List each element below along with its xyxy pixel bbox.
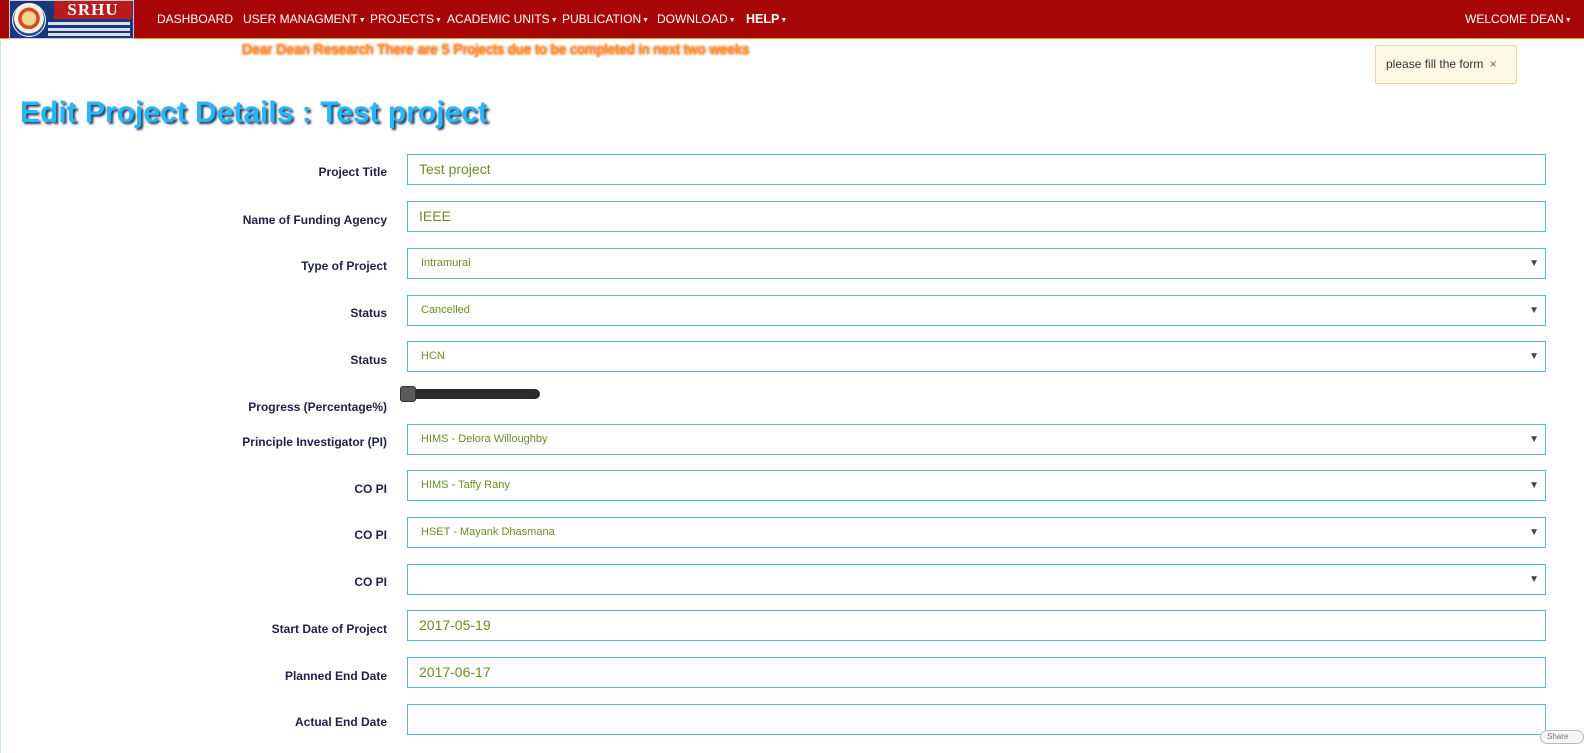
co-pi-1-value: HIMS - Taffy Rany: [421, 479, 510, 491]
dropdown-arrow-icon: ▼: [1529, 305, 1539, 316]
status-value: Cancelled: [421, 304, 470, 316]
actual-end-label: Actual End Date: [294, 715, 387, 729]
page-left-border: [0, 40, 1, 753]
co-pi-label-2: CO PI: [354, 528, 387, 542]
caret-down-icon: ▼: [358, 17, 366, 24]
top-navbar: SRHU DASHBOARD USER MANAGMENT▼ PROJECTS▼…: [0, 0, 1584, 39]
project-type-value: Intramural: [421, 257, 471, 269]
nav-user-management-label: USER MANAGMENT: [243, 12, 358, 26]
nav-projects-label: PROJECTS: [370, 12, 435, 26]
progress-slider-track[interactable]: [401, 389, 540, 399]
logo-subline: [48, 28, 130, 31]
nav-download-label: DOWNLOAD: [657, 12, 728, 26]
nav-academic-units-label: ACADEMIC UNITS: [447, 12, 550, 26]
start-date-input[interactable]: 2017-05-19: [407, 610, 1546, 641]
pi-value: HIMS - Delora Willoughby: [421, 433, 548, 445]
project-title-value: Test project: [419, 161, 491, 177]
funding-agency-value: IEEE: [419, 208, 451, 224]
nav-academic-units[interactable]: ACADEMIC UNITS▼: [447, 0, 558, 38]
caret-down-icon: ▼: [1564, 17, 1572, 24]
nav-user-management[interactable]: USER MANAGMENT▼: [243, 0, 366, 38]
due-projects-notice: Dear Dean Research There are 5 Projects …: [242, 41, 750, 57]
status-select[interactable]: Cancelled ▼: [407, 295, 1546, 326]
actual-end-input[interactable]: [407, 704, 1546, 735]
project-title-label: Project Title: [318, 165, 387, 179]
logo-text: SRHU: [54, 1, 132, 19]
nav-dashboard-label: DASHBOARD: [157, 12, 234, 26]
co-pi-label-3: CO PI: [354, 575, 387, 589]
page-title: Edit Project Details : Test project: [20, 96, 488, 129]
funding-agency-input[interactable]: IEEE: [407, 201, 1546, 232]
share-button[interactable]: Share: [1540, 730, 1584, 744]
nav-download[interactable]: DOWNLOAD▼: [657, 0, 736, 38]
dropdown-arrow-icon: ▼: [1529, 434, 1539, 445]
nav-publication[interactable]: PUBLICATION▼: [562, 0, 649, 38]
logo-subline: [48, 33, 130, 36]
caret-down-icon: ▼: [642, 17, 650, 24]
project-type-select[interactable]: Intramural ▼: [407, 248, 1546, 279]
co-pi-select-1[interactable]: HIMS - Taffy Rany ▼: [407, 470, 1546, 501]
user-welcome-menu[interactable]: WELCOME DEAN▼: [1465, 0, 1572, 38]
co-pi-select-3[interactable]: ▼: [407, 564, 1546, 595]
planned-end-value: 2017-06-17: [419, 664, 491, 680]
dropdown-arrow-icon: ▼: [1529, 258, 1539, 269]
co-pi-label-1: CO PI: [354, 482, 387, 496]
dropdown-arrow-icon: ▼: [1529, 574, 1539, 585]
caret-down-icon: ▼: [780, 17, 788, 24]
project-type-label: Type of Project: [301, 259, 387, 273]
progress-slider-handle[interactable]: [400, 386, 416, 402]
university-logo[interactable]: SRHU: [9, 0, 134, 39]
funding-agency-label: Name of Funding Agency: [242, 213, 387, 227]
dropdown-arrow-icon: ▼: [1529, 527, 1539, 538]
status-label-2: Status: [350, 353, 387, 367]
close-icon[interactable]: ×: [1490, 57, 1497, 71]
pi-label: Principle Investigator (PI): [242, 435, 387, 449]
start-date-value: 2017-05-19: [419, 617, 491, 633]
nav-dashboard[interactable]: DASHBOARD: [157, 0, 233, 38]
co-pi-select-2[interactable]: HSET - Mayank Dhasmana ▼: [407, 517, 1546, 548]
status-2-value: HCN: [421, 350, 445, 362]
university-emblem-icon: [12, 3, 46, 37]
toast-message: please fill the form: [1386, 57, 1484, 71]
nav-help[interactable]: HELP▼: [746, 0, 787, 38]
pi-select[interactable]: HIMS - Delora Willoughby ▼: [407, 424, 1546, 455]
nav-projects[interactable]: PROJECTS▼: [370, 0, 442, 38]
nav-help-label: HELP: [746, 12, 780, 26]
co-pi-2-value: HSET - Mayank Dhasmana: [421, 526, 555, 538]
status-select-2[interactable]: HCN ▼: [407, 341, 1546, 372]
caret-down-icon: ▼: [728, 17, 736, 24]
caret-down-icon: ▼: [435, 17, 442, 24]
caret-down-icon: ▼: [550, 17, 558, 24]
dropdown-arrow-icon: ▼: [1529, 351, 1539, 362]
planned-end-input[interactable]: 2017-06-17: [407, 657, 1546, 688]
project-title-input[interactable]: Test project: [407, 154, 1546, 185]
planned-end-label: Planned End Date: [284, 669, 387, 683]
welcome-label: WELCOME DEAN: [1465, 12, 1564, 26]
logo-subline: [48, 22, 130, 25]
progress-label: Progress (Percentage%): [248, 400, 387, 414]
start-date-label: Start Date of Project: [271, 622, 387, 636]
form-alert-toast: please fill the form ×: [1375, 45, 1517, 84]
dropdown-arrow-icon: ▼: [1529, 480, 1539, 491]
nav-publication-label: PUBLICATION: [562, 12, 642, 26]
status-label: Status: [350, 306, 387, 320]
